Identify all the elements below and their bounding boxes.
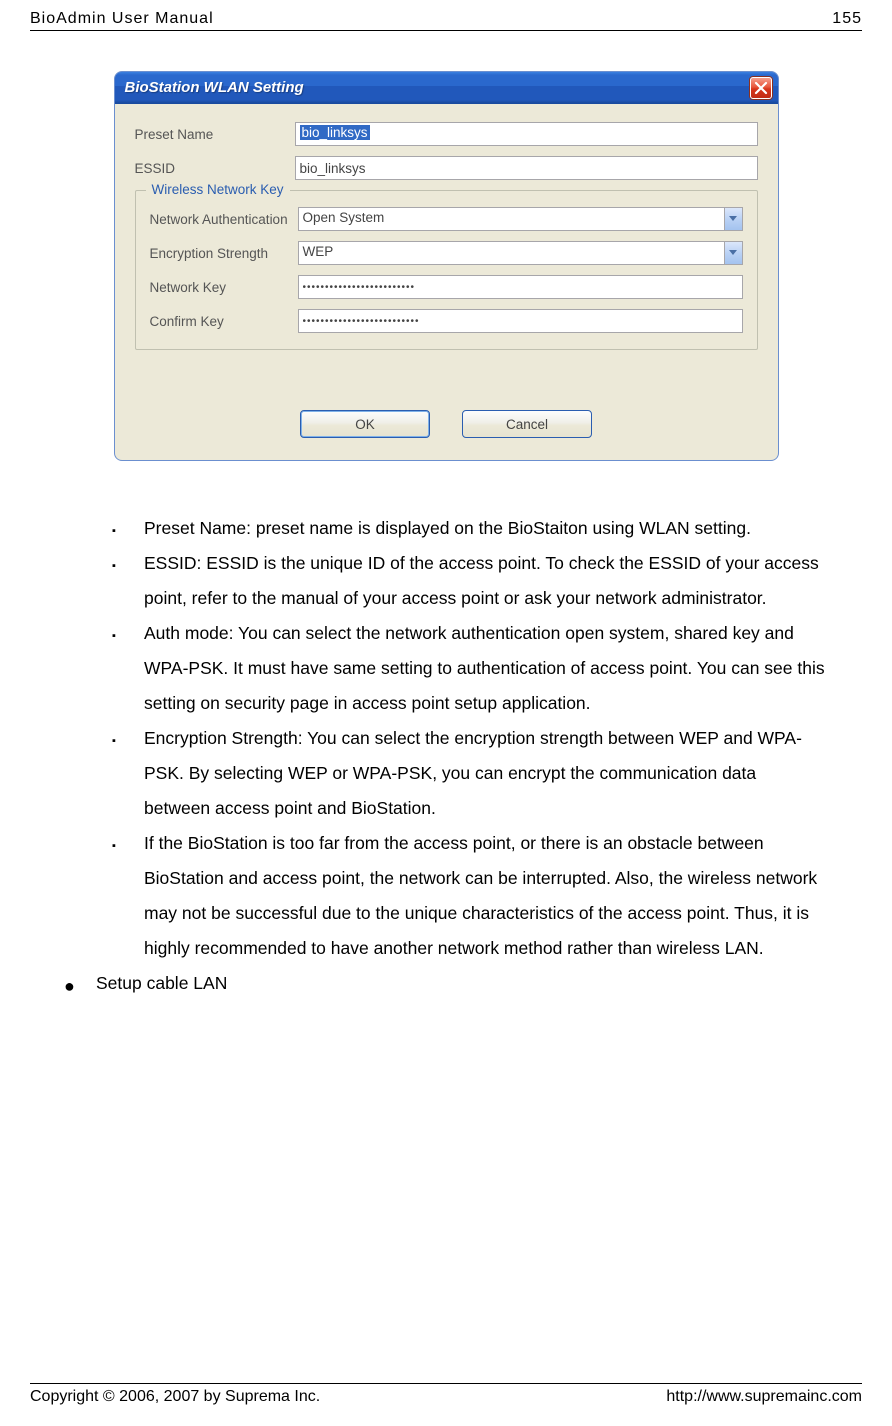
copyright: Copyright © 2006, 2007 by Suprema Inc.: [30, 1388, 320, 1406]
encryption-strength-label: Encryption Strength: [150, 246, 298, 261]
preset-name-label: Preset Name: [135, 127, 295, 142]
network-auth-label: Network Authentication: [150, 212, 298, 227]
chevron-down-icon[interactable]: [724, 242, 742, 264]
dialog-title: BioStation WLAN Setting: [125, 79, 750, 96]
network-auth-value: Open System: [299, 208, 724, 230]
encryption-strength-value: WEP: [299, 242, 724, 264]
essid-input[interactable]: [295, 156, 758, 180]
square-bullet-icon: ▪: [112, 546, 144, 616]
confirm-key-input[interactable]: [298, 309, 743, 333]
bullet-encryption: Encryption Strength: You can select the …: [144, 721, 827, 826]
close-icon[interactable]: [750, 77, 772, 99]
header-rule: [30, 30, 862, 31]
titlebar: BioStation WLAN Setting: [115, 72, 778, 104]
cancel-button[interactable]: Cancel: [462, 410, 592, 438]
network-key-label: Network Key: [150, 280, 298, 295]
network-key-input[interactable]: [298, 275, 743, 299]
bullet-essid: ESSID: ESSID is the unique ID of the acc…: [144, 546, 827, 616]
preset-name-input[interactable]: bio_linksys: [295, 122, 758, 146]
square-bullet-icon: ▪: [112, 826, 144, 966]
bullet-distance-note: If the BioStation is too far from the ac…: [144, 826, 827, 966]
page-number: 155: [832, 10, 862, 28]
bullet-setup-cable-lan: Setup cable LAN: [96, 966, 827, 1004]
confirm-key-label: Confirm Key: [150, 314, 298, 329]
bullet-preset-name: Preset Name: preset name is displayed on…: [144, 511, 827, 546]
network-auth-select[interactable]: Open System: [298, 207, 743, 231]
square-bullet-icon: ▪: [112, 721, 144, 826]
disc-bullet-icon: ●: [64, 966, 96, 1004]
square-bullet-icon: ▪: [112, 511, 144, 546]
essid-label: ESSID: [135, 161, 295, 176]
bullet-auth-mode: Auth mode: You can select the network au…: [144, 616, 827, 721]
square-bullet-icon: ▪: [112, 616, 144, 721]
fieldset-legend: Wireless Network Key: [146, 182, 290, 197]
body-content: ▪ Preset Name: preset name is displayed …: [30, 511, 862, 1353]
wireless-network-key-fieldset: Wireless Network Key Network Authenticat…: [135, 190, 758, 350]
footer-rule: [30, 1383, 862, 1384]
wlan-setting-dialog: BioStation WLAN Setting Preset Name bio_…: [114, 71, 779, 461]
chevron-down-icon[interactable]: [724, 208, 742, 230]
encryption-strength-select[interactable]: WEP: [298, 241, 743, 265]
ok-button[interactable]: OK: [300, 410, 430, 438]
footer-url: http://www.supremainc.com: [666, 1388, 862, 1406]
doc-header-left: BioAdmin User Manual: [30, 10, 214, 28]
